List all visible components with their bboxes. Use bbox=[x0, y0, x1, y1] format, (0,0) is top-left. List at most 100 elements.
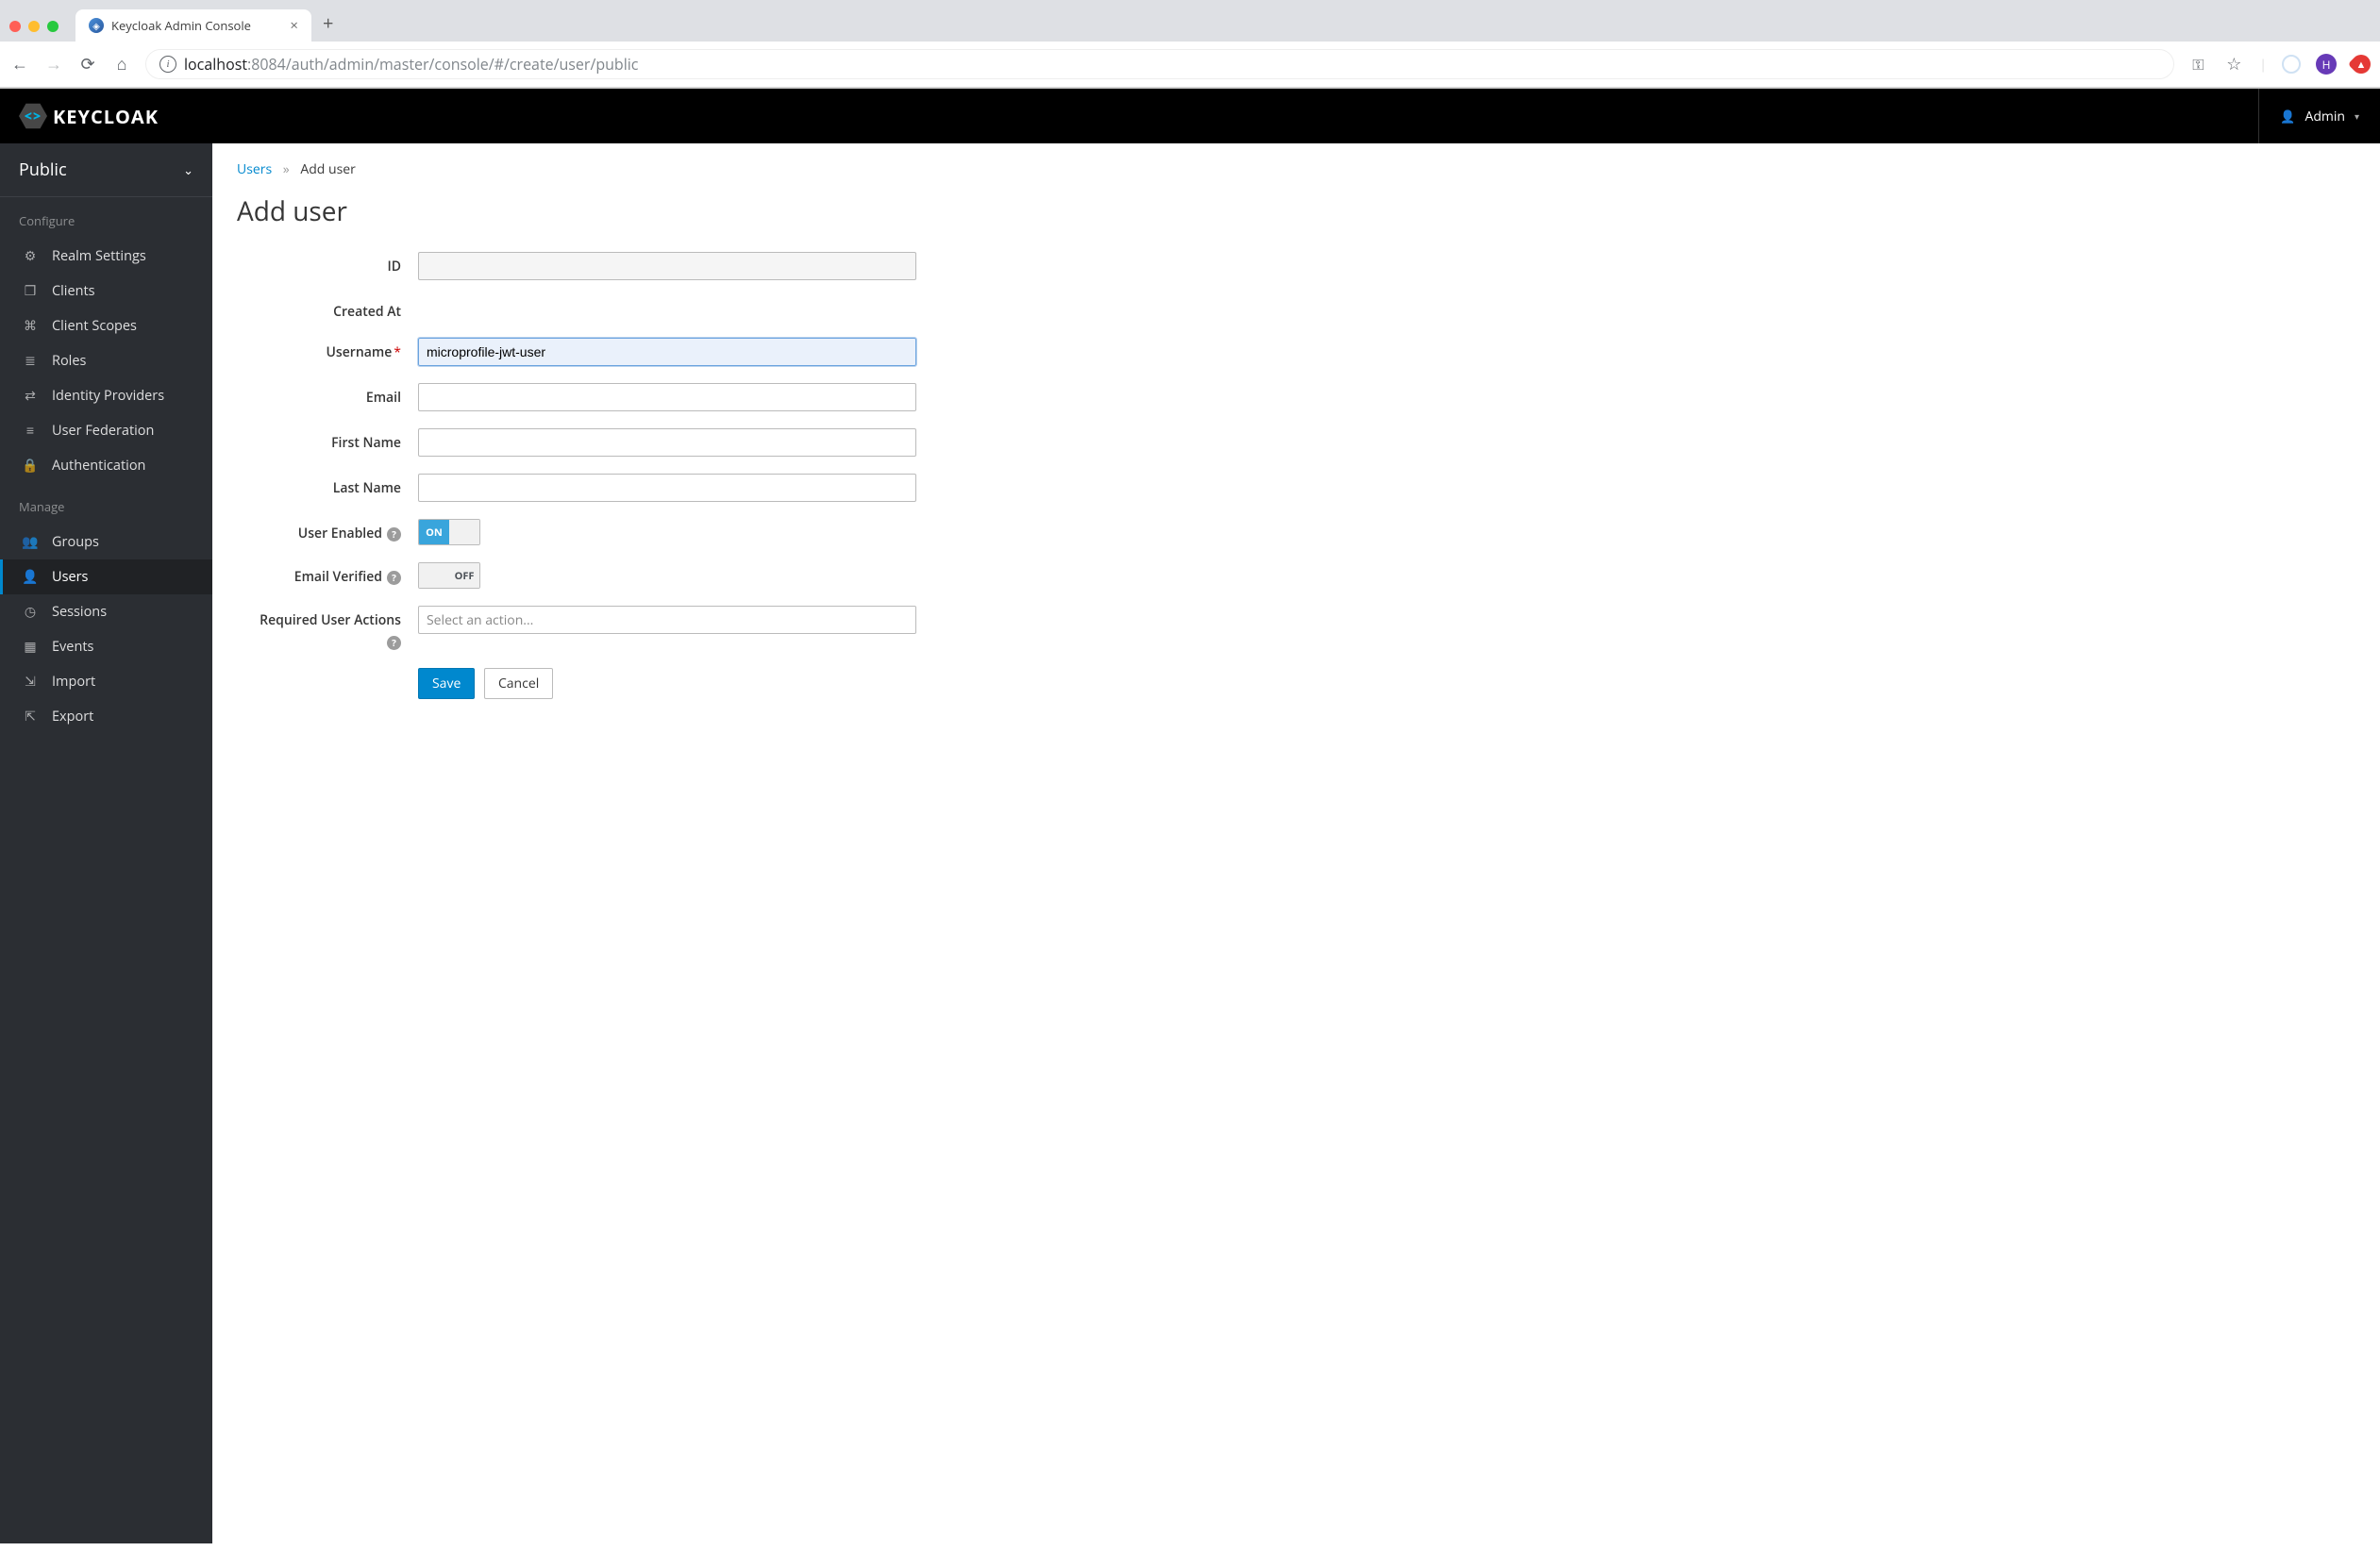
database-icon: ≡ bbox=[22, 422, 39, 440]
address-bar[interactable]: i localhost:8084/auth/admin/master/conso… bbox=[145, 49, 2174, 79]
last-name-field[interactable] bbox=[418, 474, 916, 502]
calendar-icon: ▦ bbox=[22, 638, 39, 656]
cube-icon: ❒ bbox=[22, 282, 39, 300]
lock-icon: 🔒 bbox=[22, 457, 39, 475]
label-user-enabled: User Enabled? bbox=[237, 519, 418, 542]
bookmark-star-icon[interactable]: ☆ bbox=[2223, 53, 2244, 75]
browser-tab[interactable]: ◈ Keycloak Admin Console × bbox=[75, 9, 311, 42]
switch-handle bbox=[419, 563, 449, 588]
sidebar-item-label: Roles bbox=[52, 352, 86, 370]
group-icon: 👥 bbox=[22, 533, 39, 551]
switch-on-segment: ON bbox=[419, 520, 449, 544]
main-content: Users » Add user Add user ID Created At … bbox=[212, 143, 2380, 1543]
exchange-icon: ⇄ bbox=[22, 387, 39, 405]
sidebar-item-sessions[interactable]: ◷ Sessions bbox=[0, 594, 212, 629]
key-icon[interactable]: ⚿ bbox=[2187, 54, 2208, 75]
back-icon[interactable]: ← bbox=[9, 53, 30, 75]
label-last-name: Last Name bbox=[237, 474, 418, 497]
import-icon: ⇲ bbox=[22, 673, 39, 691]
sidebar-item-user-federation[interactable]: ≡ User Federation bbox=[0, 413, 212, 448]
sidebar-item-label: Sessions bbox=[52, 603, 107, 621]
required-actions-select[interactable]: Select an action... bbox=[418, 606, 916, 634]
home-icon[interactable]: ⌂ bbox=[111, 53, 132, 75]
app-header: <> KEYCLOAK 👤 Admin ▾ bbox=[0, 89, 2380, 143]
username-field[interactable] bbox=[418, 338, 916, 366]
tab-title: Keycloak Admin Console bbox=[111, 17, 251, 34]
sidebar-item-label: Authentication bbox=[52, 457, 145, 475]
sidebar-item-events[interactable]: ▦ Events bbox=[0, 629, 212, 664]
email-field[interactable] bbox=[418, 383, 916, 411]
label-email-verified: Email Verified? bbox=[237, 562, 418, 586]
label-id: ID bbox=[237, 252, 418, 275]
brand-logo[interactable]: <> KEYCLOAK bbox=[19, 102, 159, 130]
url-text: localhost:8084/auth/admin/master/console… bbox=[184, 54, 638, 75]
close-tab-icon[interactable]: × bbox=[290, 19, 298, 33]
breadcrumb: Users » Add user bbox=[237, 160, 2355, 178]
sidebar-item-export[interactable]: ⇱ Export bbox=[0, 699, 212, 734]
label-created-at: Created At bbox=[237, 297, 418, 321]
forward-icon: → bbox=[43, 53, 64, 75]
select-placeholder: Select an action... bbox=[427, 611, 533, 629]
toolbar-right: ⚿ ☆ | H ▲ bbox=[2187, 53, 2371, 75]
sidebar-item-label: Groups bbox=[52, 533, 99, 551]
first-name-field[interactable] bbox=[418, 428, 916, 457]
chevron-down-icon: ⌄ bbox=[183, 161, 193, 178]
sidebar-item-label: Import bbox=[52, 673, 95, 691]
maximize-window-icon[interactable] bbox=[47, 21, 59, 32]
help-icon[interactable]: ? bbox=[387, 636, 401, 650]
sidebar-item-label: Users bbox=[52, 568, 88, 586]
help-icon[interactable]: ? bbox=[387, 571, 401, 585]
sidebar-item-identity-providers[interactable]: ⇄ Identity Providers bbox=[0, 378, 212, 413]
label-email: Email bbox=[237, 383, 418, 407]
id-field bbox=[418, 252, 916, 280]
extension-shield-icon[interactable]: ▲ bbox=[2348, 51, 2374, 77]
label-required-actions: Required User Actions ? bbox=[237, 606, 418, 651]
label-username: Username* bbox=[237, 338, 418, 361]
user-menu[interactable]: 👤 Admin ▾ bbox=[2258, 89, 2380, 143]
switch-handle bbox=[449, 520, 479, 544]
help-icon[interactable]: ? bbox=[387, 527, 401, 542]
reload-icon[interactable]: ⟳ bbox=[77, 53, 98, 75]
sidebar-item-authentication[interactable]: 🔒 Authentication bbox=[0, 448, 212, 483]
logo-icon: <> bbox=[25, 108, 42, 125]
export-icon: ⇱ bbox=[22, 708, 39, 725]
sidebar-item-label: Clients bbox=[52, 282, 95, 300]
sidebar-item-clients[interactable]: ❒ Clients bbox=[0, 274, 212, 309]
breadcrumb-separator: » bbox=[283, 160, 290, 178]
site-info-icon[interactable]: i bbox=[159, 56, 176, 73]
realm-name: Public bbox=[19, 158, 67, 181]
sidebar-item-realm-settings[interactable]: ⚙ Realm Settings bbox=[0, 239, 212, 274]
sidebar-item-label: Identity Providers bbox=[52, 387, 164, 405]
sidebar-item-label: Realm Settings bbox=[52, 247, 146, 265]
user-enabled-toggle[interactable]: ON bbox=[418, 519, 480, 545]
sidebar-item-label: Client Scopes bbox=[52, 317, 137, 335]
cancel-button[interactable]: Cancel bbox=[484, 668, 553, 699]
user-label: Admin bbox=[2305, 108, 2345, 125]
breadcrumb-current: Add user bbox=[300, 160, 355, 178]
sidebar-item-import[interactable]: ⇲ Import bbox=[0, 664, 212, 699]
page-title: Add user bbox=[237, 193, 2355, 229]
new-tab-button[interactable]: + bbox=[323, 10, 333, 36]
minimize-window-icon[interactable] bbox=[28, 21, 40, 32]
profile-avatar[interactable]: H bbox=[2316, 54, 2337, 75]
sidebar-item-client-scopes[interactable]: ⌘ Client Scopes bbox=[0, 309, 212, 343]
sidebar: Public ⌄ Configure ⚙ Realm Settings ❒ Cl… bbox=[0, 143, 212, 1543]
window-controls bbox=[9, 21, 59, 32]
clock-icon: ◷ bbox=[22, 603, 39, 621]
section-title-manage: Manage bbox=[0, 483, 212, 525]
sidebar-item-roles[interactable]: ≣ Roles bbox=[0, 343, 212, 378]
sidebar-item-label: Events bbox=[52, 638, 93, 656]
close-window-icon[interactable] bbox=[9, 21, 21, 32]
extension-icon[interactable] bbox=[2282, 55, 2301, 74]
sidebar-item-label: Export bbox=[52, 708, 93, 725]
browser-chrome: ◈ Keycloak Admin Console × + ← → ⟳ ⌂ i l… bbox=[0, 0, 2380, 89]
sidebar-item-users[interactable]: 👤 Users bbox=[0, 559, 212, 594]
save-button[interactable]: Save bbox=[418, 668, 475, 699]
switch-off-segment: OFF bbox=[449, 563, 479, 588]
favicon-icon: ◈ bbox=[89, 18, 104, 33]
list-icon: ≣ bbox=[22, 352, 39, 370]
breadcrumb-link-users[interactable]: Users bbox=[237, 160, 272, 178]
email-verified-toggle[interactable]: OFF bbox=[418, 562, 480, 589]
realm-selector[interactable]: Public ⌄ bbox=[0, 143, 212, 197]
sidebar-item-groups[interactable]: 👥 Groups bbox=[0, 525, 212, 559]
